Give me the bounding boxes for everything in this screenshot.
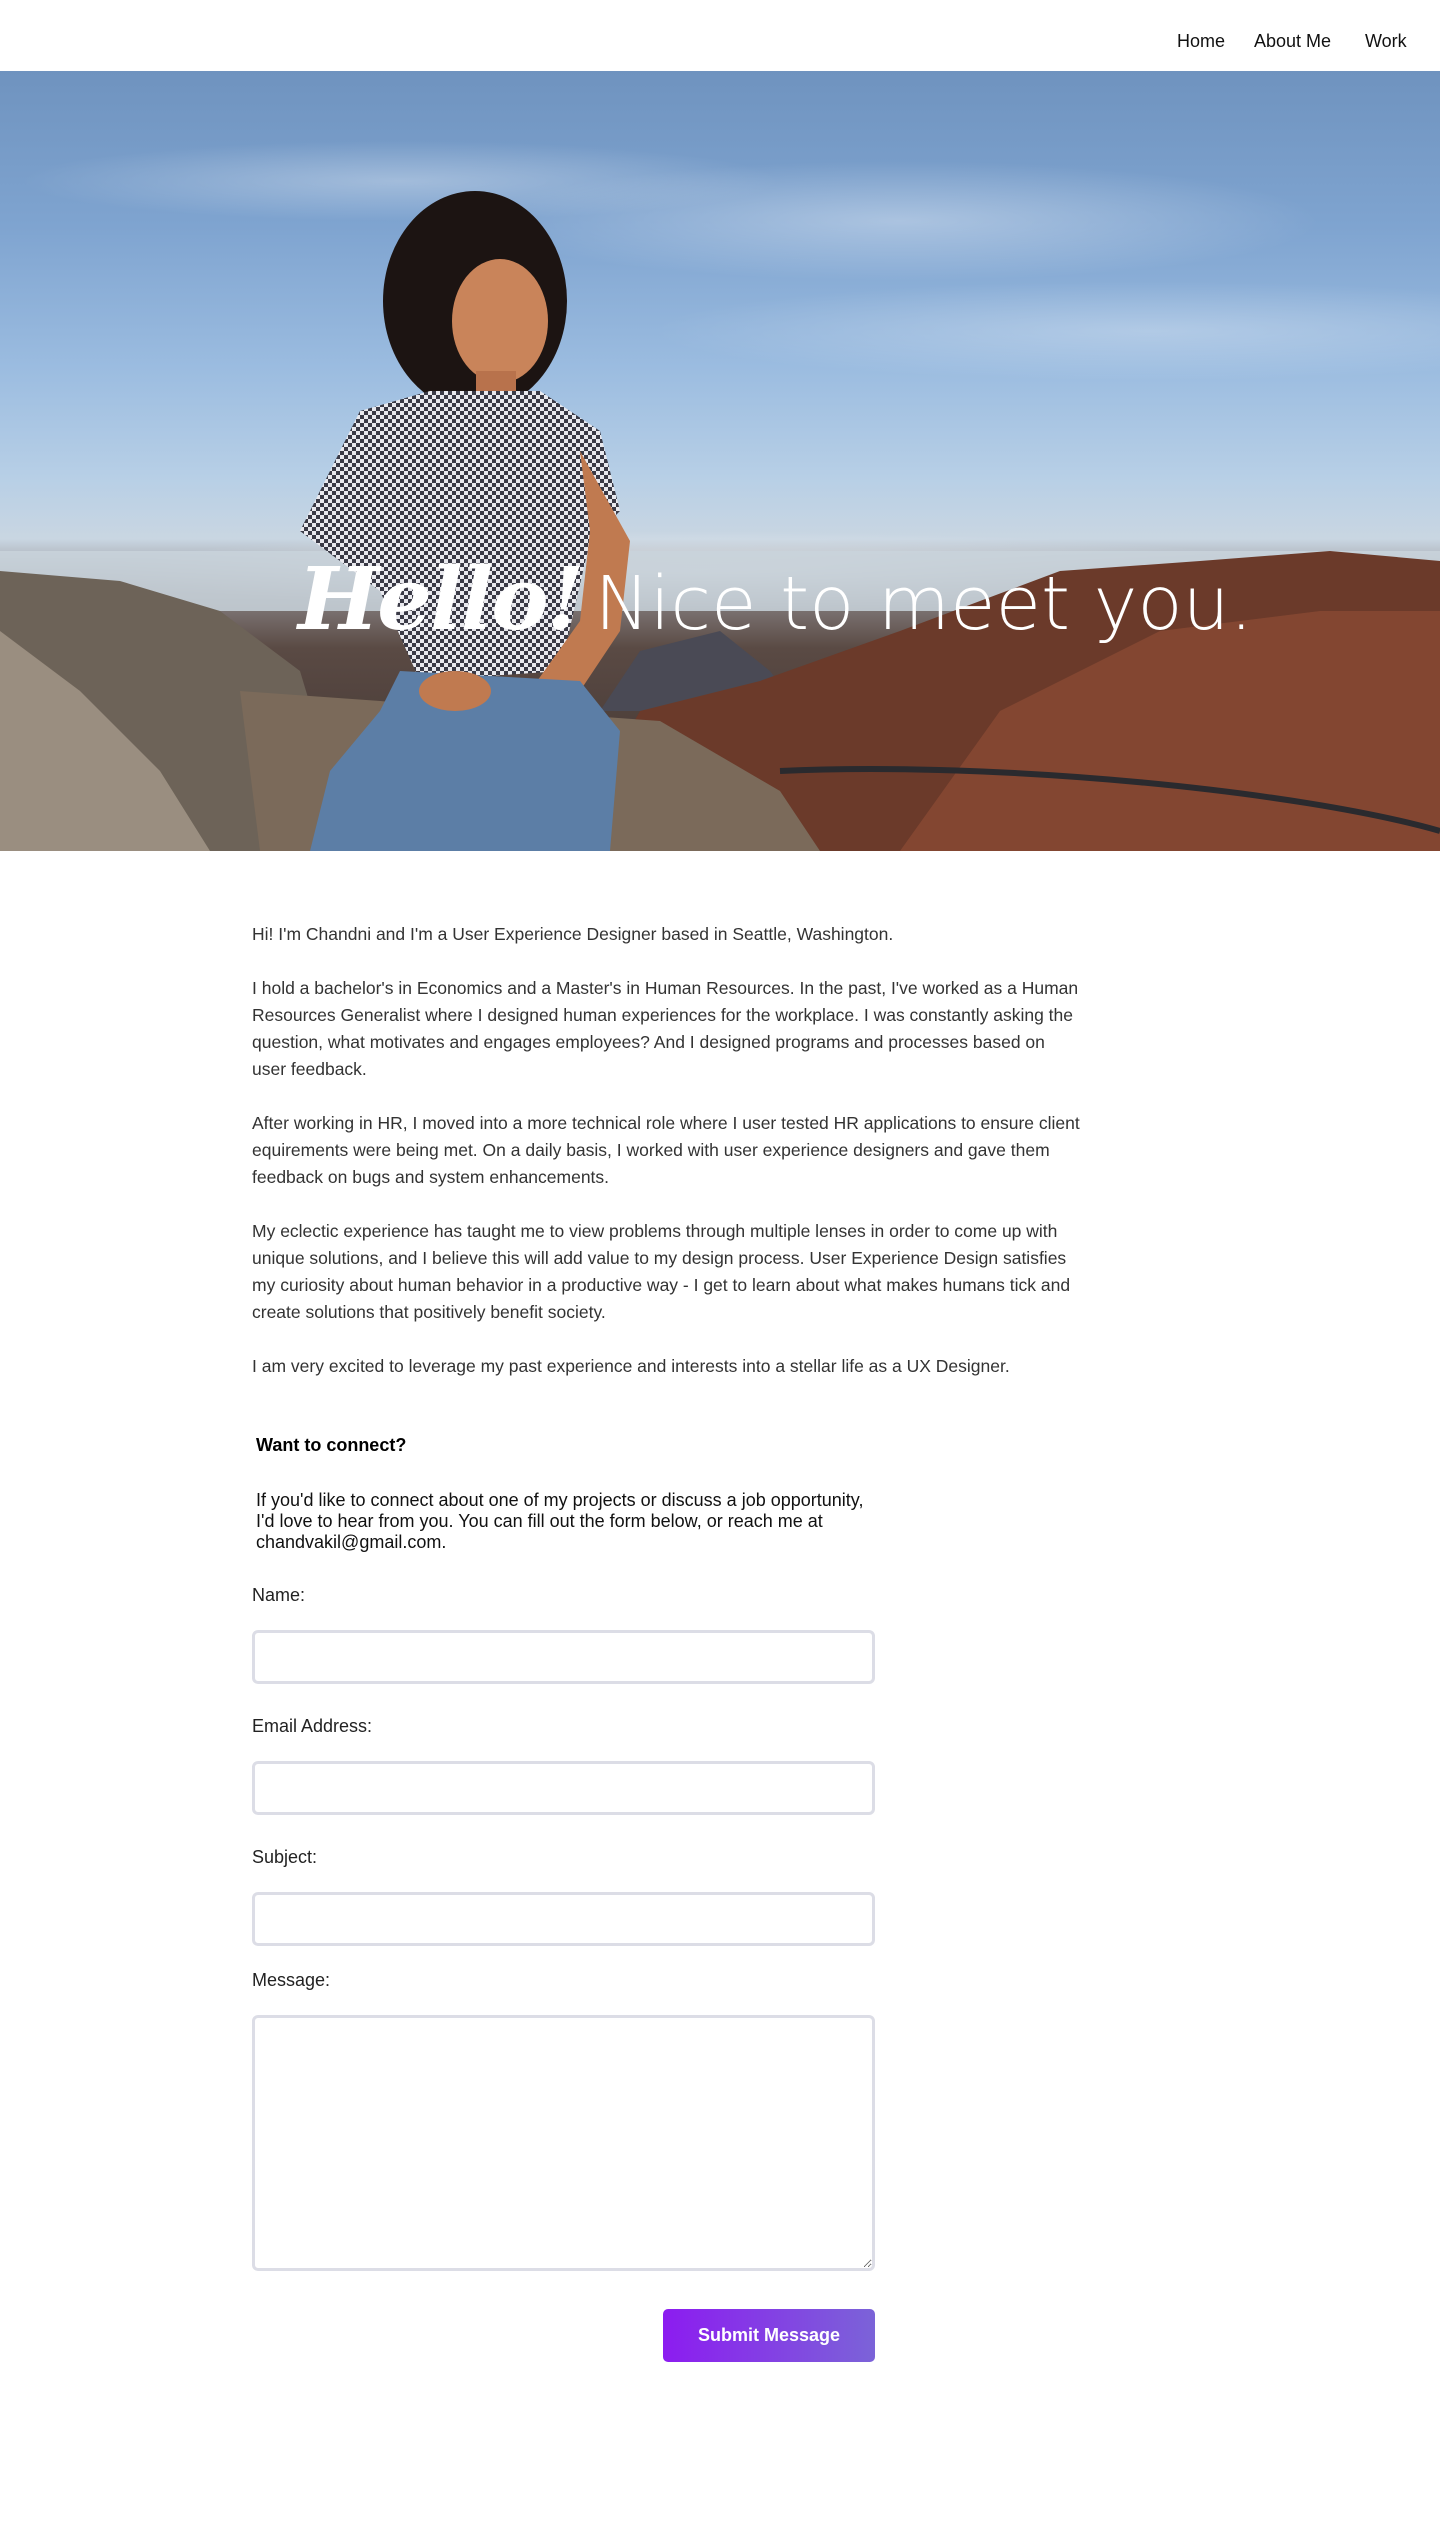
hero-banner: Hello! Nice to meet you.	[0, 71, 1440, 851]
nav-work-link[interactable]: Work	[1365, 31, 1407, 52]
name-label: Name:	[252, 1585, 306, 1605]
connect-title: Want to connect?	[256, 1435, 407, 1455]
hero-heading: Hello! Nice to meet you.	[298, 549, 1253, 650]
email-input[interactable]	[252, 1761, 875, 1815]
email-label: Email Address:	[252, 1716, 373, 1736]
hero-greeting: Hello!	[298, 549, 584, 650]
nav-about-me-link[interactable]: About Me	[1254, 31, 1331, 52]
subject-label: Subject:	[252, 1847, 318, 1867]
hero-headline: Nice to meet you.	[594, 561, 1254, 647]
message-label: Message:	[252, 1970, 331, 1990]
name-input[interactable]	[252, 1630, 875, 1684]
bio-paragraph: Hi! I'm Chandni and I'm a User Experienc…	[252, 924, 894, 944]
bio-paragraph: My eclectic experience has taught me to …	[252, 1221, 1071, 1322]
person-hand	[419, 671, 491, 711]
top-nav: Home About Me Work	[0, 0, 1440, 71]
subject-input[interactable]	[252, 1892, 875, 1946]
bio-paragraph: I hold a bachelor's in Economics and a M…	[252, 978, 1079, 1079]
message-textarea[interactable]	[252, 2015, 875, 2271]
connect-description: If you'd like to connect about one of my…	[256, 1490, 864, 1552]
nav-home-link[interactable]: Home	[1177, 31, 1225, 52]
hero-photo-illustration	[0, 191, 1440, 851]
bio-paragraph: After working in HR, I moved into a more…	[252, 1113, 1080, 1187]
person-face	[452, 259, 548, 383]
submit-message-button[interactable]: Submit Message	[663, 2309, 875, 2362]
about-bio: Hi! I'm Chandni and I'm a User Experienc…	[252, 921, 1082, 1407]
bio-paragraph: I am very excited to leverage my past ex…	[252, 1356, 1010, 1376]
